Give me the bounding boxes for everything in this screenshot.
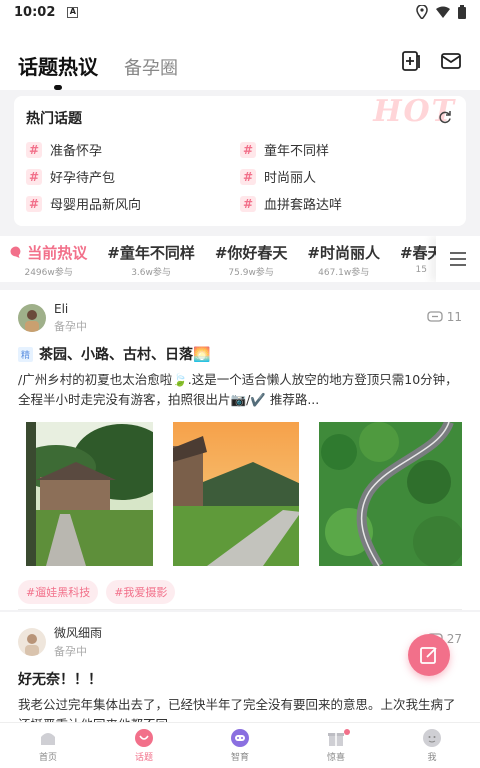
trend-item[interactable]: #童年不同样 3.6w参与: [97, 242, 205, 278]
post-photo[interactable]: [26, 422, 153, 566]
hot-topic-label: 准备怀孕: [50, 144, 103, 159]
notification-dot: [344, 729, 350, 735]
home-icon: [41, 733, 55, 745]
trend-label: #童年不同样: [107, 244, 195, 262]
tab-topics[interactable]: 话题热议: [18, 51, 98, 90]
menu-icon: [450, 252, 466, 266]
post-body[interactable]: 我老公过完年集体出去了，已经快半年了完全没有要回来的意思。上次我生病了还挺严重让…: [18, 695, 462, 722]
location-icon: [416, 5, 428, 19]
post-author[interactable]: 微风细雨 备孕中: [18, 624, 462, 659]
top-header: 话题热议 备孕圈: [0, 24, 480, 90]
hot-topic-item[interactable]: # 童年不同样: [240, 140, 454, 159]
hashtag-icon: #: [240, 141, 256, 158]
nav-me[interactable]: 我: [384, 723, 480, 768]
hot-topic-item[interactable]: # 好孕待产包: [26, 167, 240, 186]
tab-active-indicator: [54, 85, 62, 90]
avatar[interactable]: [18, 627, 46, 656]
nav-label: 惊喜: [326, 753, 345, 763]
comment-count-value: 11: [446, 310, 462, 324]
hot-topics-grid: # 准备怀孕 # 童年不同样 # 好孕待产包 # 时尚丽人 # 母婴用品新风向 # 血拼套路…: [26, 140, 454, 213]
trend-count: 3.6w参与: [131, 268, 171, 278]
trend-count: 75.9w参与: [228, 268, 274, 278]
post-card[interactable]: Eli 备孕中 11 精 茶园、小路、古村、日落🌅 /广州乡村的初夏也太治愈啦🍃…: [0, 290, 480, 610]
post-tag[interactable]: #遛娃黑科技: [18, 580, 99, 604]
tab-pregnancy-circle[interactable]: 备孕圈: [124, 54, 178, 80]
status-bar: 10:02 A: [0, 0, 480, 24]
trend-item[interactable]: #你好春天 75.9w参与: [205, 242, 298, 278]
hot-topic-label: 母婴用品新风向: [50, 198, 142, 213]
trending-bar: 当前热议 2496w参与 #童年不同样 3.6w参与 #你好春天 75.9w参与…: [0, 236, 480, 282]
chat-bubble-icon: [10, 246, 21, 258]
add-note-icon[interactable]: [400, 50, 422, 72]
notification-a-icon: A: [67, 6, 79, 18]
battery-icon: [458, 5, 466, 19]
hot-topic-item[interactable]: # 时尚丽人: [240, 167, 454, 186]
author-name[interactable]: Eli: [54, 302, 87, 316]
nav-home[interactable]: 首页: [0, 723, 96, 768]
edit-icon: [420, 647, 437, 664]
hashtag-icon: #: [26, 168, 42, 185]
nav-label: 智育: [230, 753, 249, 763]
trend-menu-button[interactable]: [436, 236, 480, 282]
hot-topic-label: 血拼套路达咩: [264, 198, 343, 213]
comment-icon: [427, 310, 443, 322]
robot-icon: [231, 729, 249, 747]
hashtag-icon: #: [26, 195, 42, 212]
featured-badge: 精: [18, 346, 34, 362]
author-stage: 备孕中: [54, 645, 87, 658]
hashtag-icon: #: [26, 141, 42, 158]
post-title-text: 茶园、小路、古村、日落🌅: [39, 347, 211, 363]
trend-label: #你好春天: [214, 244, 288, 262]
nav-label: 话题: [134, 753, 153, 763]
post-photo[interactable]: [172, 422, 300, 566]
nav-label: 首页: [38, 753, 57, 763]
trend-item[interactable]: #时尚丽人 467.1w参与: [297, 242, 390, 278]
gift-icon: [328, 733, 344, 746]
trend-count: 2496w参与: [24, 268, 73, 278]
trend-label: #时尚丽人: [307, 244, 380, 262]
post-photos: [18, 422, 462, 566]
hot-topics-card: HOT 热门话题 # 准备怀孕 # 童年不同样 # 好孕待产包 # 时尚丽人 # 母婴用品…: [14, 96, 466, 226]
refresh-icon[interactable]: [438, 110, 452, 124]
hot-topic-item[interactable]: # 准备怀孕: [26, 140, 240, 159]
compose-button[interactable]: [408, 634, 450, 676]
avatar[interactable]: [18, 304, 46, 332]
tab-topics-label: 话题热议: [18, 55, 98, 79]
hot-topic-label: 童年不同样: [264, 144, 330, 159]
post-title[interactable]: 精 茶园、小路、古村、日落🌅: [18, 344, 462, 364]
author-name[interactable]: 微风细雨: [54, 624, 102, 641]
mail-icon[interactable]: [440, 50, 462, 72]
hot-topic-label: 好孕待产包: [50, 171, 116, 186]
trend-label: 当前热议: [27, 244, 88, 262]
bottom-nav: 首页 话题 智育 惊喜 我: [0, 722, 480, 768]
nav-surprise[interactable]: 惊喜: [288, 723, 384, 768]
post-body[interactable]: /广州乡村的初夏也太治愈啦🍃.这是一个适合懒人放空的地方登顶只需10分钟，全程半…: [18, 370, 462, 410]
trend-label-row: 当前热议: [10, 242, 87, 263]
trend-count: 467.1w参与: [318, 268, 370, 278]
nav-topics[interactable]: 话题: [96, 723, 192, 768]
post-title[interactable]: 好无奈！！！: [18, 669, 462, 689]
topics-icon: [135, 729, 153, 747]
comment-count[interactable]: 11: [427, 310, 462, 324]
author-stage: 备孕中: [54, 320, 87, 333]
hashtag-icon: #: [240, 195, 256, 212]
post-photo[interactable]: [319, 422, 462, 566]
status-time: 10:02: [14, 4, 56, 20]
post-author[interactable]: Eli 备孕中: [18, 302, 462, 334]
wifi-icon: [436, 6, 450, 18]
post-card[interactable]: 微风细雨 备孕中 27 好无奈！！！ 我老公过完年集体出去了，已经快半年了完全没…: [0, 612, 480, 722]
post-tag[interactable]: #我爱摄影: [106, 580, 176, 604]
nav-label: 我: [427, 753, 437, 763]
trend-current[interactable]: 当前热议 2496w参与: [0, 242, 97, 278]
hot-topic-item[interactable]: # 母婴用品新风向: [26, 194, 240, 213]
nav-smart-edu[interactable]: 智育: [192, 723, 288, 768]
hashtag-icon: #: [240, 168, 256, 185]
post-tags: #遛娃黑科技 #我爱摄影: [18, 580, 462, 604]
divider: [18, 609, 462, 610]
hot-topic-label: 时尚丽人: [264, 171, 317, 186]
profile-icon: [423, 729, 441, 747]
hot-topic-item[interactable]: # 血拼套路达咩: [240, 194, 454, 213]
comment-count-value: 27: [446, 632, 462, 646]
